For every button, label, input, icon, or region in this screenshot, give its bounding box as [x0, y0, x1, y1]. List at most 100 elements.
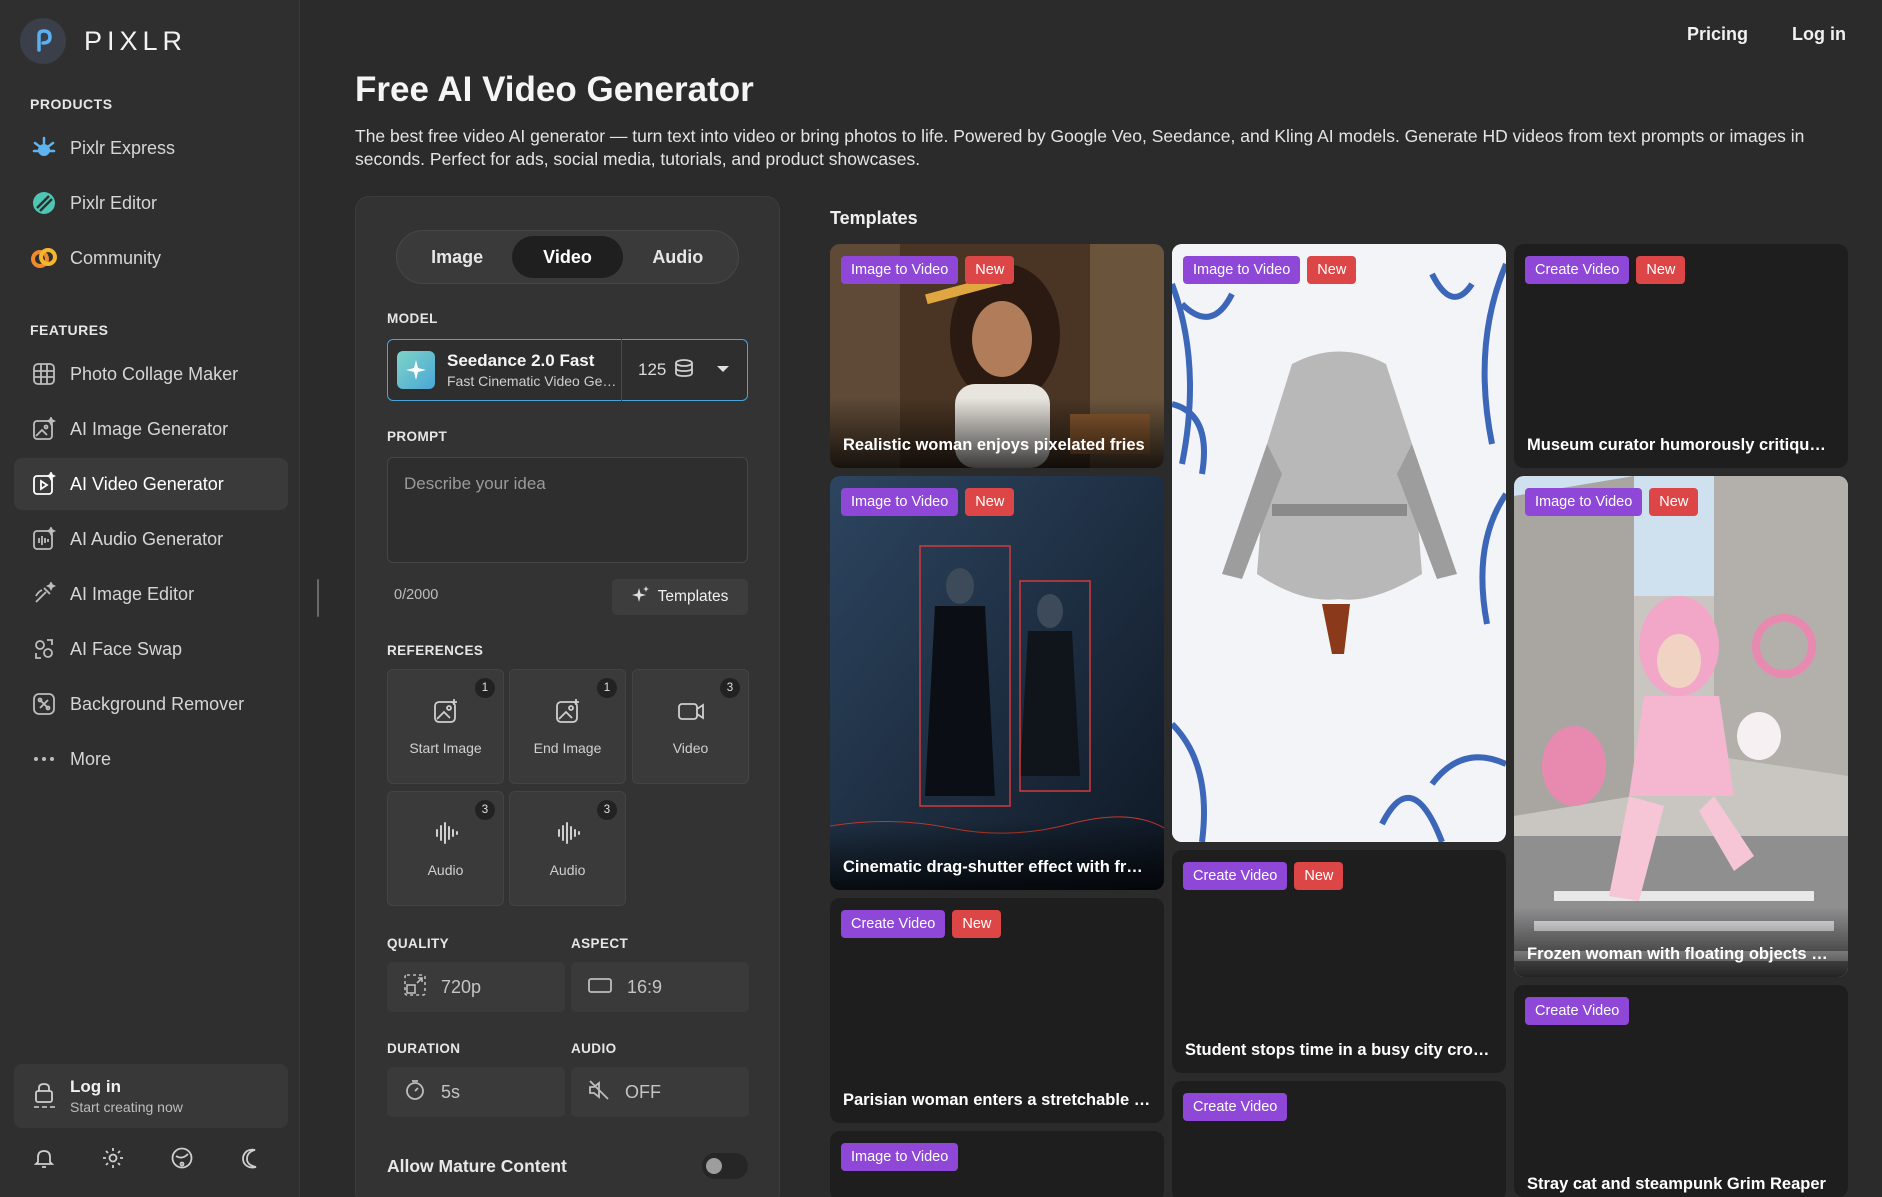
model-subtitle: Fast Cinematic Video Generation: [447, 373, 617, 389]
new-badge: New: [1307, 256, 1357, 284]
tab-image[interactable]: Image: [402, 236, 512, 278]
image-icon: [554, 697, 582, 730]
template-card[interactable]: Image to Video New Frozen woman with flo…: [1514, 476, 1848, 977]
moon-icon[interactable]: [237, 1144, 265, 1172]
coins-icon: [674, 358, 694, 382]
template-card[interactable]: Create Video New Student stops time in a…: [1172, 850, 1506, 1073]
sidebar-item-label: AI Face Swap: [70, 638, 183, 659]
reference-video[interactable]: 3 Video: [632, 669, 749, 784]
mute-icon: [587, 1078, 611, 1107]
template-thumbnail: [1172, 244, 1506, 842]
tab-video[interactable]: Video: [512, 236, 623, 278]
template-caption: Cinematic drag-shutter effect with frame…: [843, 858, 1151, 876]
audio-label: AUDIO: [571, 1041, 617, 1056]
sidebar-item-ai-audio-generator[interactable]: AI Audio Generator: [14, 513, 288, 565]
page-description: The best free video AI generator — turn …: [355, 126, 1805, 169]
sidebar-item-label: AI Video Generator: [70, 473, 224, 494]
reference-end-image[interactable]: 1 End Image: [509, 669, 626, 784]
prompt-counter: 0/2000: [394, 587, 439, 603]
reference-label: Audio: [427, 862, 464, 878]
template-type-badge: Image to Video: [841, 256, 959, 284]
reference-audio[interactable]: 3 Audio: [509, 791, 626, 906]
reference-label: End Image: [533, 740, 602, 756]
sidebar-item-ai-image-generator[interactable]: AI Image Generator: [14, 403, 288, 455]
audio-wave-icon: [432, 819, 460, 852]
features-heading: FEATURES: [30, 322, 109, 338]
gear-icon[interactable]: [99, 1144, 127, 1172]
template-card[interactable]: Image to Video New: [1172, 244, 1506, 842]
bell-icon[interactable]: [30, 1144, 58, 1172]
pricing-link[interactable]: Pricing: [1687, 24, 1748, 45]
sidebar-item-label: AI Image Editor: [70, 583, 195, 604]
reference-count: 3: [720, 678, 740, 698]
sidebar-item-label: Community: [70, 247, 162, 268]
template-card[interactable]: Create Video New Parisian woman enters a…: [830, 898, 1164, 1123]
prompt-label: PROMPT: [387, 429, 448, 444]
template-type-badge: Image to Video: [841, 1143, 959, 1171]
template-type-badge: Image to Video: [1183, 256, 1301, 284]
prompt-input[interactable]: [404, 474, 731, 546]
sidebar-item-photo-collage-maker[interactable]: Photo Collage Maker: [14, 348, 288, 400]
sparkle-icon: [631, 585, 650, 609]
sidebar-item-community[interactable]: Community: [14, 232, 288, 284]
reference-start-image[interactable]: 1 Start Image: [387, 669, 504, 784]
palette-icon[interactable]: [168, 1144, 196, 1172]
brand[interactable]: PIXLR: [20, 18, 187, 64]
new-badge: New: [952, 910, 1002, 938]
model-select[interactable]: Seedance 2.0 Fast Fast Cinematic Video G…: [387, 339, 748, 401]
template-type-badge: Create Video: [1525, 256, 1630, 284]
sidebar-item-ai-image-editor[interactable]: AI Image Editor: [14, 568, 288, 620]
aspect-ratio-icon: [587, 975, 613, 1000]
templates-heading: Templates: [830, 208, 918, 228]
pixlr-express-icon: [30, 134, 58, 162]
sidebar-item-more[interactable]: More: [14, 733, 288, 785]
template-card[interactable]: Create Video Stray cat and steampunk Gri…: [1514, 985, 1848, 1197]
duration-value: 5s: [441, 1081, 461, 1102]
template-card[interactable]: Image to Video: [830, 1131, 1164, 1197]
template-caption: Museum curator humorously critiques art: [1527, 436, 1835, 454]
new-badge: New: [1649, 488, 1699, 516]
ai-image-icon: [30, 415, 58, 443]
bg-remove-icon: [30, 690, 58, 718]
collage-icon: [30, 360, 58, 388]
community-icon: [30, 244, 58, 272]
timer-icon: [403, 1078, 427, 1107]
quality-select[interactable]: 720p: [387, 962, 565, 1012]
audio-select[interactable]: OFF: [571, 1067, 749, 1117]
reference-audio[interactable]: 3 Audio: [387, 791, 504, 906]
mature-content-toggle[interactable]: [702, 1153, 748, 1179]
sidebar-item-pixlr-editor[interactable]: Pixlr Editor: [14, 177, 288, 229]
templates-button[interactable]: Templates: [612, 579, 748, 615]
template-card[interactable]: Create Video New Museum curator humorous…: [1514, 244, 1848, 468]
model-credits: 125: [638, 358, 694, 382]
pixlr-logo-icon: [20, 18, 66, 64]
login-link[interactable]: Log in: [1792, 24, 1846, 45]
panel-resize-handle[interactable]: [317, 579, 319, 617]
template-card[interactable]: Image to Video New Realistic woman enjoy…: [830, 244, 1164, 468]
ai-edit-icon: [30, 580, 58, 608]
ai-audio-icon: [30, 525, 58, 553]
references-label: REFERENCES: [387, 643, 484, 658]
duration-label: DURATION: [387, 1041, 461, 1056]
sidebar-item-background-remover[interactable]: Background Remover: [14, 678, 288, 730]
new-badge: New: [1294, 862, 1344, 890]
quality-label: QUALITY: [387, 936, 450, 951]
template-card[interactable]: Image to Video New Cinematic drag-shutte…: [830, 476, 1164, 890]
new-badge: New: [965, 488, 1015, 516]
template-type-badge: Create Video: [1183, 862, 1288, 890]
template-type-badge: Create Video: [1525, 997, 1630, 1025]
duration-select[interactable]: 5s: [387, 1067, 565, 1117]
sidebar-item-pixlr-express[interactable]: Pixlr Express: [14, 122, 288, 174]
aspect-select[interactable]: 16:9: [571, 962, 749, 1012]
template-caption: Realistic woman enjoys pixelated fries: [843, 436, 1145, 454]
pixlr-editor-icon: [30, 189, 58, 217]
sidebar-item-ai-face-swap[interactable]: AI Face Swap: [14, 623, 288, 675]
template-card[interactable]: Create Video: [1172, 1081, 1506, 1197]
sidebar-item-label: Photo Collage Maker: [70, 363, 239, 384]
template-thumbnail: [1514, 476, 1848, 977]
sidebar-login[interactable]: Log in Start creating now: [14, 1064, 288, 1128]
tab-audio[interactable]: Audio: [623, 236, 733, 278]
products-heading: PRODUCTS: [30, 96, 113, 112]
reference-count: 3: [475, 800, 495, 820]
sidebar-item-ai-video-generator[interactable]: AI Video Generator: [14, 458, 288, 510]
